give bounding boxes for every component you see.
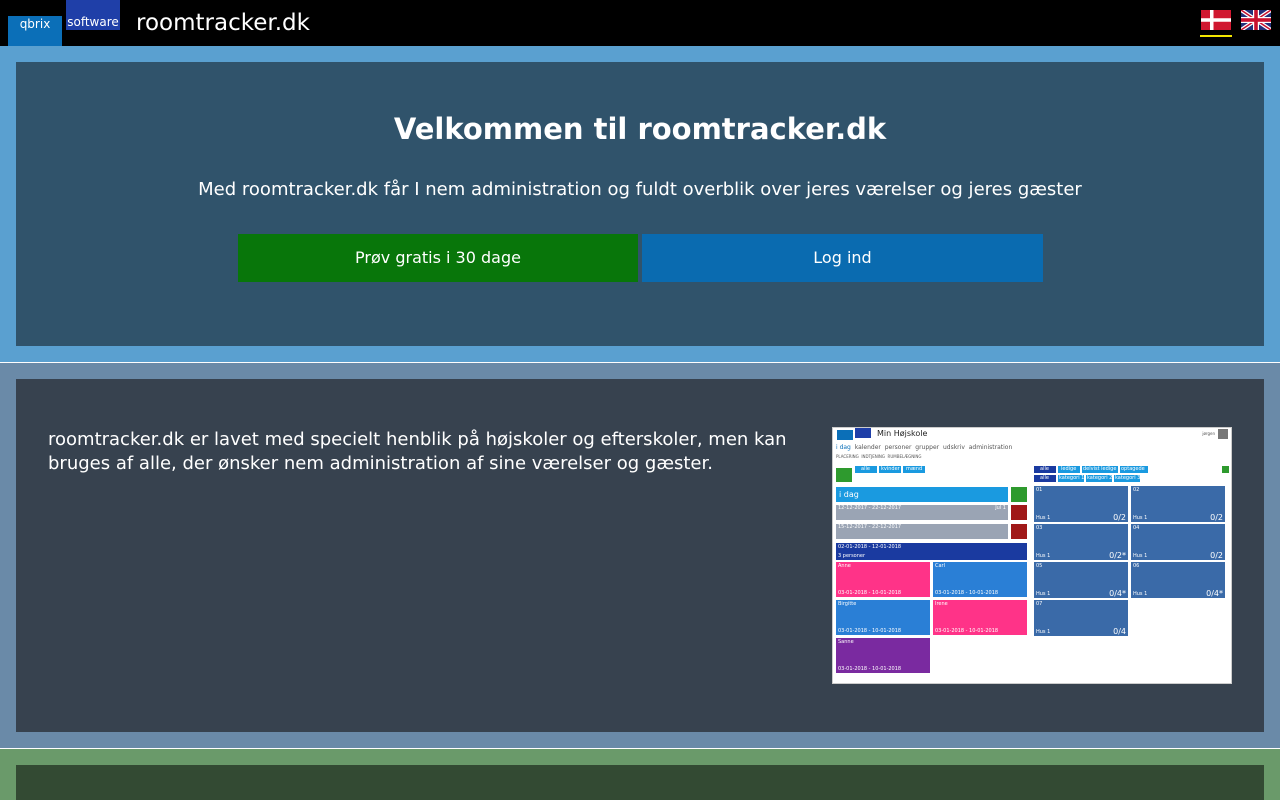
screenshot-filter: optagede — [1120, 466, 1148, 473]
screenshot-nav-item: udskriv — [942, 444, 965, 451]
screenshot-filter: delvist ledige — [1082, 466, 1118, 473]
guest-card: Carl 03-01-2018 - 10-01-2018 — [933, 562, 1027, 597]
screenshot-today: i dag — [836, 487, 1008, 502]
guest-card: Birgitte 03-01-2018 - 10-01-2018 — [836, 600, 930, 635]
add-icon — [836, 468, 852, 482]
screenshot-nav-item: personer — [884, 444, 912, 451]
guest-card: Sanne 03-01-2018 - 10-01-2018 — [836, 638, 930, 673]
screenshot-filter: alle — [1034, 466, 1056, 473]
screenshot-filter: kvinder — [879, 466, 901, 473]
room-card: 07 Hus 1 0/4 — [1034, 600, 1128, 636]
software-logo[interactable]: software — [66, 0, 120, 30]
active-language-indicator — [1200, 35, 1232, 37]
guest-card: Irene 03-01-2018 - 10-01-2018 — [933, 600, 1027, 635]
trash-icon — [1011, 505, 1027, 520]
screenshot-app-title: Min Højskole — [877, 429, 928, 438]
screenshot-subnav: PLACERING INDTJENING RUMBELÆGNING — [836, 454, 921, 459]
room-card: 02 Hus 1 0/2 — [1131, 486, 1225, 522]
hero-title: Velkommen til roomtracker.dk — [393, 112, 887, 146]
add-icon — [1011, 487, 1027, 502]
qbrix-logo-label: qbrix — [19, 17, 51, 31]
app-screenshot: Min Højskole jørgen i dag kalender perso… — [832, 427, 1232, 684]
filter-icon — [1222, 466, 1229, 473]
hero-panel — [16, 62, 1264, 346]
screenshot-row: 15-12-2017 - 22-12-2017 — [836, 524, 1008, 539]
screenshot-nav: i dag kalender personer grupper udskriv … — [836, 444, 1012, 451]
screenshot-filter: ledige — [1058, 466, 1080, 473]
room-card: 01 Hus 1 0/2 — [1034, 486, 1128, 522]
screenshot-filter: kategori 3 — [1114, 475, 1141, 482]
screenshot-filter: kategori 2 — [1086, 475, 1113, 482]
screenshot-filter: mænd — [903, 466, 925, 473]
screenshot-subnav-item: RUMBELÆGNING — [887, 454, 922, 459]
screenshot-subnav-item: INDTJENING — [861, 454, 885, 459]
screenshot-nav-item: kalender — [854, 444, 881, 451]
screenshot-row: 12-12-2017 - 22-12-2017 Jul 1 — [836, 505, 1008, 520]
screenshot-subnav-item: PLACERING — [836, 454, 859, 459]
screenshot-logo-left — [837, 430, 853, 440]
qbrix-logo[interactable]: qbrix — [8, 16, 62, 46]
login-button[interactable]: Log ind — [642, 234, 1043, 282]
british-flag-icon[interactable] — [1241, 10, 1271, 30]
guest-card: Anne 03-01-2018 - 10-01-2018 — [836, 562, 930, 597]
site-title[interactable]: roomtracker.dk — [136, 8, 310, 38]
free-trial-button[interactable]: Prøv gratis i 30 dage — [238, 234, 638, 282]
screenshot-row: 02-01-2018 - 12-01-2018 3 personer — [836, 543, 1027, 560]
screenshot-nav-item: administration — [968, 444, 1013, 451]
room-card: 04 Hus 1 0/2 — [1131, 524, 1225, 560]
next-panel — [16, 765, 1264, 800]
screenshot-nav-item: i dag — [836, 444, 851, 451]
danish-flag-icon[interactable] — [1201, 10, 1231, 30]
screenshot-filter: kategori 1 — [1058, 475, 1085, 482]
room-card: 06 Hus 1 0/4* — [1131, 562, 1225, 598]
room-card: 05 Hus 1 0/4* — [1034, 562, 1128, 598]
screenshot-filter: alle — [855, 466, 877, 473]
hero-subtitle: Med roomtracker.dk får I nem administrat… — [198, 179, 1082, 200]
intro-text: roomtracker.dk er lavet med specielt hen… — [48, 429, 787, 474]
trash-icon — [1011, 524, 1027, 539]
screenshot-logo-right — [855, 428, 871, 438]
room-card: 03 Hus 1 0/2* — [1034, 524, 1128, 560]
screenshot-filter: alle — [1034, 475, 1056, 482]
avatar — [1218, 429, 1228, 439]
software-logo-label: software — [67, 15, 119, 29]
screenshot-nav-item: grupper — [915, 444, 940, 451]
screenshot-user: jørgen — [1202, 431, 1215, 436]
